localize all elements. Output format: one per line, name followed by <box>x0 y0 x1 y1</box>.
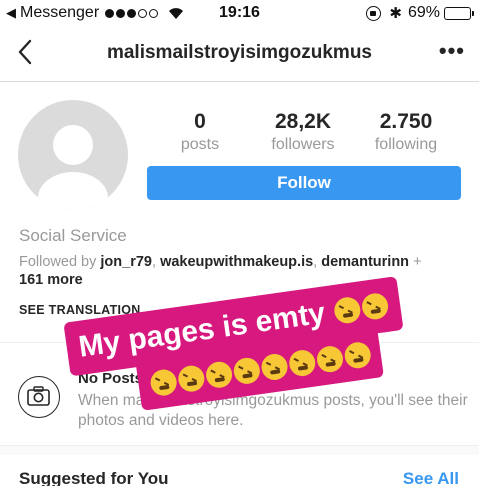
tired-face-emoji-icon <box>360 291 391 322</box>
stat-following[interactable]: 2.750 following <box>356 110 456 154</box>
suggested-title: Suggested for You <box>19 469 169 486</box>
battery-icon <box>444 6 474 20</box>
see-all-link[interactable]: See All <box>403 469 459 486</box>
default-avatar-icon <box>38 125 108 210</box>
avatar[interactable] <box>18 100 128 210</box>
status-bar: ◀ Messenger 19:16 ✱ 69% <box>0 0 479 28</box>
emoji-row-1 <box>331 291 391 326</box>
wifi-icon <box>169 8 184 19</box>
tired-face-emoji-icon <box>343 340 373 370</box>
tired-face-emoji-icon <box>333 295 363 325</box>
tired-face-emoji-icon <box>176 363 207 394</box>
battery-percent: 69% <box>407 4 440 21</box>
followed-more[interactable]: 161 more <box>19 272 83 288</box>
signal-icon <box>105 8 160 18</box>
tired-face-emoji-icon <box>315 344 345 374</box>
tired-face-emoji-icon <box>287 348 317 378</box>
posts-label: posts <box>180 136 220 153</box>
posts-count: 0 <box>194 110 206 133</box>
nav-bar: malismailstroyisimgozukmus ••• <box>0 28 479 82</box>
stat-followers[interactable]: 28,2K followers <box>253 110 353 154</box>
rotation-lock-icon <box>366 5 382 21</box>
followed-prefix: Followed by <box>19 254 101 270</box>
bluetooth-icon: ✱ <box>389 5 402 22</box>
followers-count: 28,2K <box>274 110 332 133</box>
back-app-label[interactable]: Messenger <box>20 4 99 22</box>
followed-suffix: + <box>409 254 422 270</box>
tired-face-emoji-icon <box>259 352 290 382</box>
more-options-icon[interactable]: ••• <box>439 38 465 64</box>
section-divider <box>0 445 479 455</box>
profile-category: Social Service <box>19 226 127 245</box>
followed-user-2[interactable]: wakeupwithmakeup.is <box>160 254 313 270</box>
follow-button[interactable]: Follow <box>147 166 461 200</box>
tired-face-emoji-icon <box>232 356 262 386</box>
profile-stats: 0 posts 28,2K followers 2.750 following <box>150 110 460 160</box>
status-left: ◀ Messenger <box>6 4 184 22</box>
status-right: ✱ 69% <box>366 4 474 22</box>
profile-username: malismailstroyisimgozukmus <box>106 42 373 63</box>
tired-face-emoji-icon <box>204 360 234 390</box>
followed-user-1[interactable]: jon_r79 <box>100 254 152 270</box>
followers-label: followers <box>271 136 335 153</box>
following-count: 2.750 <box>379 110 433 133</box>
tired-face-emoji-icon <box>148 367 179 398</box>
back-to-app-icon[interactable]: ◀ <box>6 5 16 21</box>
following-label: following <box>374 136 438 153</box>
camera-icon <box>18 376 60 418</box>
followed-user-3[interactable]: demanturinn <box>321 254 409 270</box>
stat-posts[interactable]: 0 posts <box>150 110 250 154</box>
